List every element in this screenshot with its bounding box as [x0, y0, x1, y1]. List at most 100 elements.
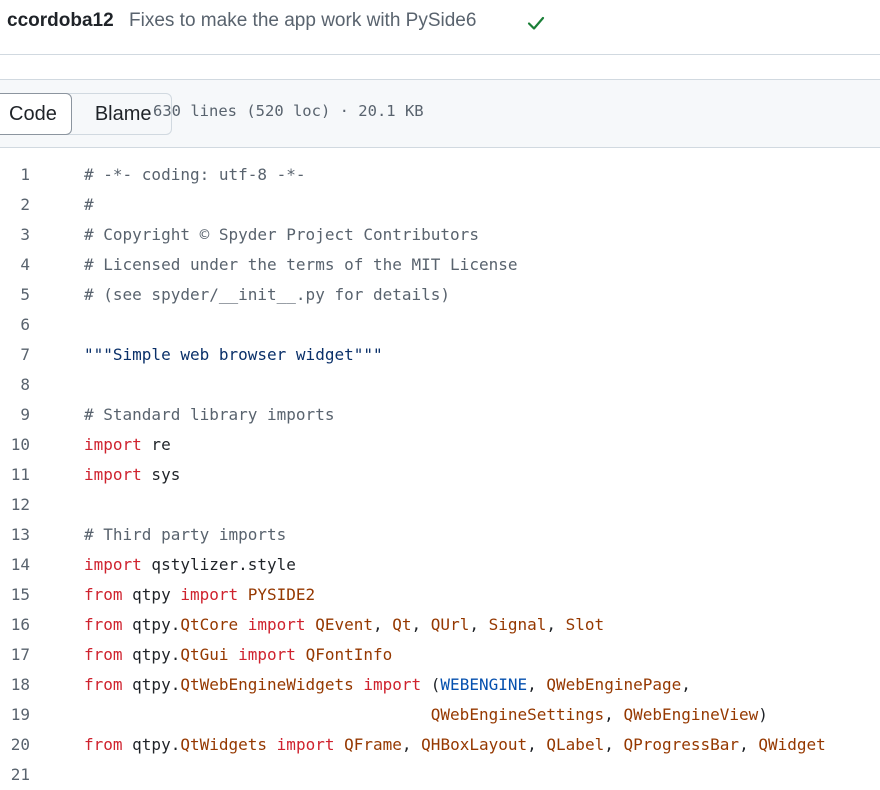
code-token: QEvent [315, 615, 373, 634]
code-token: QLabel [546, 735, 605, 754]
line-number[interactable]: 7 [0, 340, 30, 370]
code-line: 6 [0, 310, 880, 340]
line-number[interactable]: 6 [0, 310, 30, 340]
code-token: QProgressBar [623, 735, 740, 754]
line-source: # [84, 190, 94, 220]
code-line: 4 # Licensed under the terms of the MIT L… [0, 250, 880, 280]
line-source: from qtpy import PYSIDE2 [84, 580, 315, 610]
code-token: QWebEngineView [623, 705, 759, 724]
code-line: 15 from qtpy import PYSIDE2 [0, 580, 880, 610]
code-token: # Licensed under the terms of the MIT Li… [84, 255, 518, 274]
view-toggle: Code Blame [0, 93, 172, 135]
code-line: 11 import sys [0, 460, 880, 490]
check-icon[interactable] [526, 13, 546, 33]
code-line: 7 """Simple web browser widget""" [0, 340, 880, 370]
code-token: , [469, 615, 489, 634]
line-number[interactable]: 11 [0, 460, 30, 490]
code-token: QtWebEngineWidgets [180, 675, 354, 694]
line-source: # Licensed under the terms of the MIT Li… [84, 250, 517, 280]
code-token: qstylizer.style [141, 555, 296, 574]
code-line: 13 # Third party imports [0, 520, 880, 550]
line-number[interactable]: 1 [0, 160, 30, 190]
line-source: import qstylizer.style [84, 550, 296, 580]
code-token: , [681, 675, 691, 694]
code-token: qtpy. [122, 735, 181, 754]
line-number[interactable]: 18 [0, 670, 30, 700]
code-token: # [84, 195, 94, 214]
line-number[interactable]: 16 [0, 610, 30, 640]
line-source: from qtpy.QtGui import QFontInfo [84, 640, 392, 670]
code-token: """Simple web browser widget""" [84, 345, 383, 364]
code-token: # Third party imports [84, 525, 287, 544]
line-source: # Standard library imports [84, 400, 334, 430]
code-token: import [84, 465, 142, 484]
code-token: # Standard library imports [84, 405, 335, 424]
code-line: 21 [0, 760, 880, 790]
code-token: qtpy. [122, 615, 181, 634]
divider [0, 54, 880, 55]
code-token: , [527, 735, 547, 754]
code-line: 10 import re [0, 430, 880, 460]
line-source: # Third party imports [84, 520, 286, 550]
commit-author-link[interactable]: ccordoba12 [7, 10, 114, 32]
line-number[interactable]: 12 [0, 490, 30, 520]
line-source: from qtpy.QtWidgets import QFrame, QHBox… [84, 730, 826, 760]
code-token: Qt [392, 615, 412, 634]
line-number[interactable]: 20 [0, 730, 30, 760]
code-token: , [546, 615, 566, 634]
code-token: from [84, 735, 123, 754]
code-token: # (see spyder/__init__.py for details) [84, 285, 451, 304]
line-source: import sys [84, 460, 180, 490]
line-source: QWebEngineSettings, QWebEngineView) [84, 700, 768, 730]
code-token: QtGui [180, 645, 229, 664]
line-number[interactable]: 14 [0, 550, 30, 580]
code-token: from [84, 585, 123, 604]
line-number[interactable]: 15 [0, 580, 30, 610]
line-number[interactable]: 9 [0, 400, 30, 430]
code-token: Slot [565, 615, 605, 634]
line-number[interactable]: 8 [0, 370, 30, 400]
code-token: qtpy. [122, 645, 181, 664]
line-number[interactable]: 21 [0, 760, 30, 790]
line-number[interactable]: 17 [0, 640, 30, 670]
code-line: 9 # Standard library imports [0, 400, 880, 430]
line-number[interactable]: 19 [0, 700, 30, 730]
code-token: QHBoxLayout [421, 735, 528, 754]
code-line: 8 [0, 370, 880, 400]
code-token: import [363, 675, 422, 694]
line-source: """Simple web browser widget""" [84, 340, 383, 370]
code-token: QFrame [344, 735, 402, 754]
code-token: QWebEngineSettings [430, 705, 605, 724]
code-token: , [739, 735, 759, 754]
code-line: 16 from qtpy.QtCore import QEvent, Qt, QU… [0, 610, 880, 640]
line-number[interactable]: 5 [0, 280, 30, 310]
code-token: import [238, 645, 296, 664]
code-token: from [84, 615, 123, 634]
commit-message-link[interactable]: Fixes to make the app work with PySide6 [129, 10, 476, 32]
code-token: , [604, 705, 624, 724]
code-token: import [84, 555, 142, 574]
code-token: QWidget [758, 735, 826, 754]
code-token: from [84, 645, 123, 664]
code-token: PYSIDE2 [238, 585, 316, 604]
line-source: from qtpy.QtCore import QEvent, Qt, QUrl… [84, 610, 604, 640]
line-number[interactable]: 4 [0, 250, 30, 280]
code-token: , [604, 735, 624, 754]
code-token: , [527, 675, 547, 694]
code-token: Signal [488, 615, 547, 634]
code-line: 5 # (see spyder/__init__.py for details) [0, 280, 880, 310]
line-source: from qtpy.QtWebEngineWidgets import (WEB… [84, 670, 691, 700]
tab-code[interactable]: Code [0, 93, 72, 135]
line-number[interactable]: 10 [0, 430, 30, 460]
line-number[interactable]: 3 [0, 220, 30, 250]
line-number[interactable]: 13 [0, 520, 30, 550]
line-number[interactable]: 2 [0, 190, 30, 220]
code-token: , [401, 735, 422, 754]
line-source: import re [84, 430, 171, 460]
